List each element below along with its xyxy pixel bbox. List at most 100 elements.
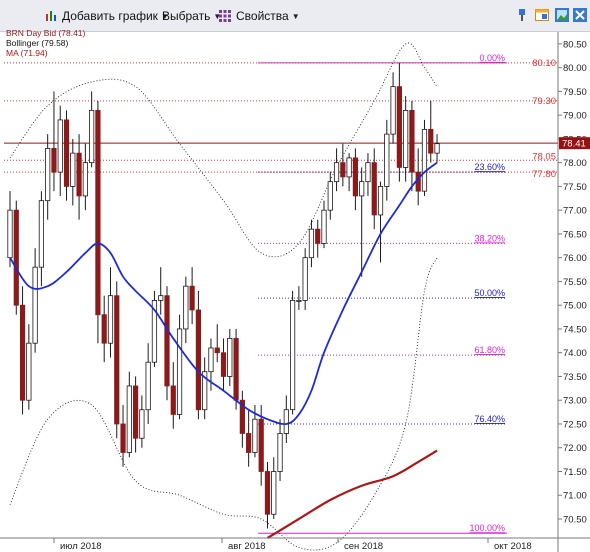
candle-up (346, 157, 352, 178)
y-axis: 70.50 71.00 71.50 72.00 72.50 73.00 73.50 74.00… (558, 39, 587, 525)
candle-down (120, 423, 126, 453)
candle-up (208, 347, 214, 373)
candle-up (145, 361, 151, 411)
candle-up (227, 338, 233, 377)
candle-up (403, 109, 409, 168)
add-chart-button[interactable]: Добавить график ▼ (44, 7, 169, 25)
candle-up (158, 295, 164, 301)
candle-down (76, 152, 82, 197)
y-tick-label: 73.00 (563, 396, 587, 407)
chart-legend: BRN Day Bid (78.41) Bollinger (79.58) MA… (6, 28, 85, 58)
candle-up (296, 300, 302, 302)
y-tick-label: 77.50 (563, 182, 587, 193)
candle-down (164, 295, 170, 387)
properties-grid-icon (218, 9, 232, 23)
candle-up (183, 285, 189, 330)
candle-down (371, 162, 377, 216)
legend-main: BRN Day Bid (78.41) (6, 28, 86, 38)
price-tag: 78.05 (532, 151, 556, 162)
candle-down (114, 295, 120, 425)
price-tag: 77.80 (532, 169, 556, 180)
candle-down (233, 338, 239, 401)
x-tick-label: июл 2018 (60, 541, 102, 552)
candle-up (70, 152, 76, 187)
candle-up (327, 181, 333, 211)
picture-icon[interactable] (554, 7, 570, 23)
candle-up (126, 385, 132, 453)
add-chart-label: Добавить график (62, 9, 158, 23)
candle-up (82, 162, 88, 197)
candle-down (340, 162, 346, 178)
price-chart[interactable]: 0.00% 23.60% 38.20% 50.00% 61.80% 76.40% 100.0… (0, 32, 590, 552)
candle-down (189, 285, 195, 311)
y-tick-label: 79.00 (563, 111, 587, 122)
fib-level-label: 0.00% (479, 53, 505, 63)
fib-level-label: 38.20% (474, 233, 505, 243)
candle-up (271, 471, 277, 515)
properties-label: Свойства (236, 9, 289, 23)
y-tick-label: 73.50 (563, 372, 587, 383)
legend-bollinger: Bollinger (79.58) (6, 38, 69, 48)
candle-up (308, 228, 315, 259)
fib-level-label: 76.40% (474, 414, 505, 424)
candle-up (139, 409, 145, 439)
candle-down (428, 128, 434, 154)
y-tick-label: 76.50 (563, 229, 587, 240)
y-tick-label: 74.00 (563, 348, 587, 359)
candle-up (38, 200, 45, 268)
candle-up (333, 162, 340, 183)
candle-down (315, 228, 321, 244)
properties-button[interactable]: Свойства ▼ (218, 7, 300, 25)
price-tag: 80.10 (532, 58, 556, 69)
candle-down (63, 119, 70, 187)
candle-down (101, 314, 107, 344)
candle-up (176, 328, 183, 415)
candle-up (434, 143, 440, 154)
close-icon[interactable] (572, 7, 588, 23)
window-layout-icon[interactable] (534, 7, 550, 23)
candle-down (264, 471, 271, 515)
y-tick-label: 77.00 (563, 206, 587, 217)
candle-down (220, 352, 227, 377)
candle-up (57, 119, 63, 173)
x-tick-label: авг 2018 (228, 541, 266, 552)
candle-down (195, 309, 201, 411)
pin-icon[interactable] (514, 7, 530, 23)
select-button[interactable]: Выбрать ▼ (162, 7, 221, 25)
fib-level-label: 61.80% (474, 345, 505, 355)
candle-down (19, 304, 26, 401)
y-tick-label: 74.50 (563, 324, 587, 335)
candle-up (289, 300, 296, 411)
candle-up (390, 86, 396, 135)
candle-down (132, 385, 139, 439)
candle-down (396, 86, 402, 168)
legend-ma: MA (71.94) (6, 48, 48, 58)
fib-level-label: 100.00% (469, 523, 505, 533)
candle-up (384, 133, 390, 187)
candle-up (365, 162, 371, 183)
candle-down (214, 347, 220, 354)
candle-up (321, 209, 327, 244)
candle-down (170, 385, 176, 415)
price-tag: 79.30 (532, 96, 556, 107)
candle-up (359, 181, 365, 197)
y-tick-label: 79.50 (563, 87, 587, 98)
candle-up (107, 295, 114, 344)
candle-down (246, 433, 252, 453)
candle-up (302, 257, 308, 301)
y-tick-label: 71.50 (563, 467, 587, 478)
chevron-down-icon: ▼ (291, 11, 300, 21)
candle-up (377, 186, 384, 216)
y-tick-label: 72.00 (563, 443, 587, 454)
candle-down (13, 209, 19, 306)
y-tick-label: 71.00 (563, 491, 587, 502)
candle-up (89, 109, 95, 164)
candle-up (26, 342, 32, 401)
candle-down (95, 109, 101, 316)
select-label: Выбрать (162, 9, 211, 23)
fib-level-label: 23.60% (474, 162, 505, 172)
y-tick-label: 78.00 (563, 158, 587, 169)
y-tick-label: 80.50 (563, 39, 587, 50)
candle-up (277, 433, 283, 472)
candle-up (421, 128, 428, 192)
